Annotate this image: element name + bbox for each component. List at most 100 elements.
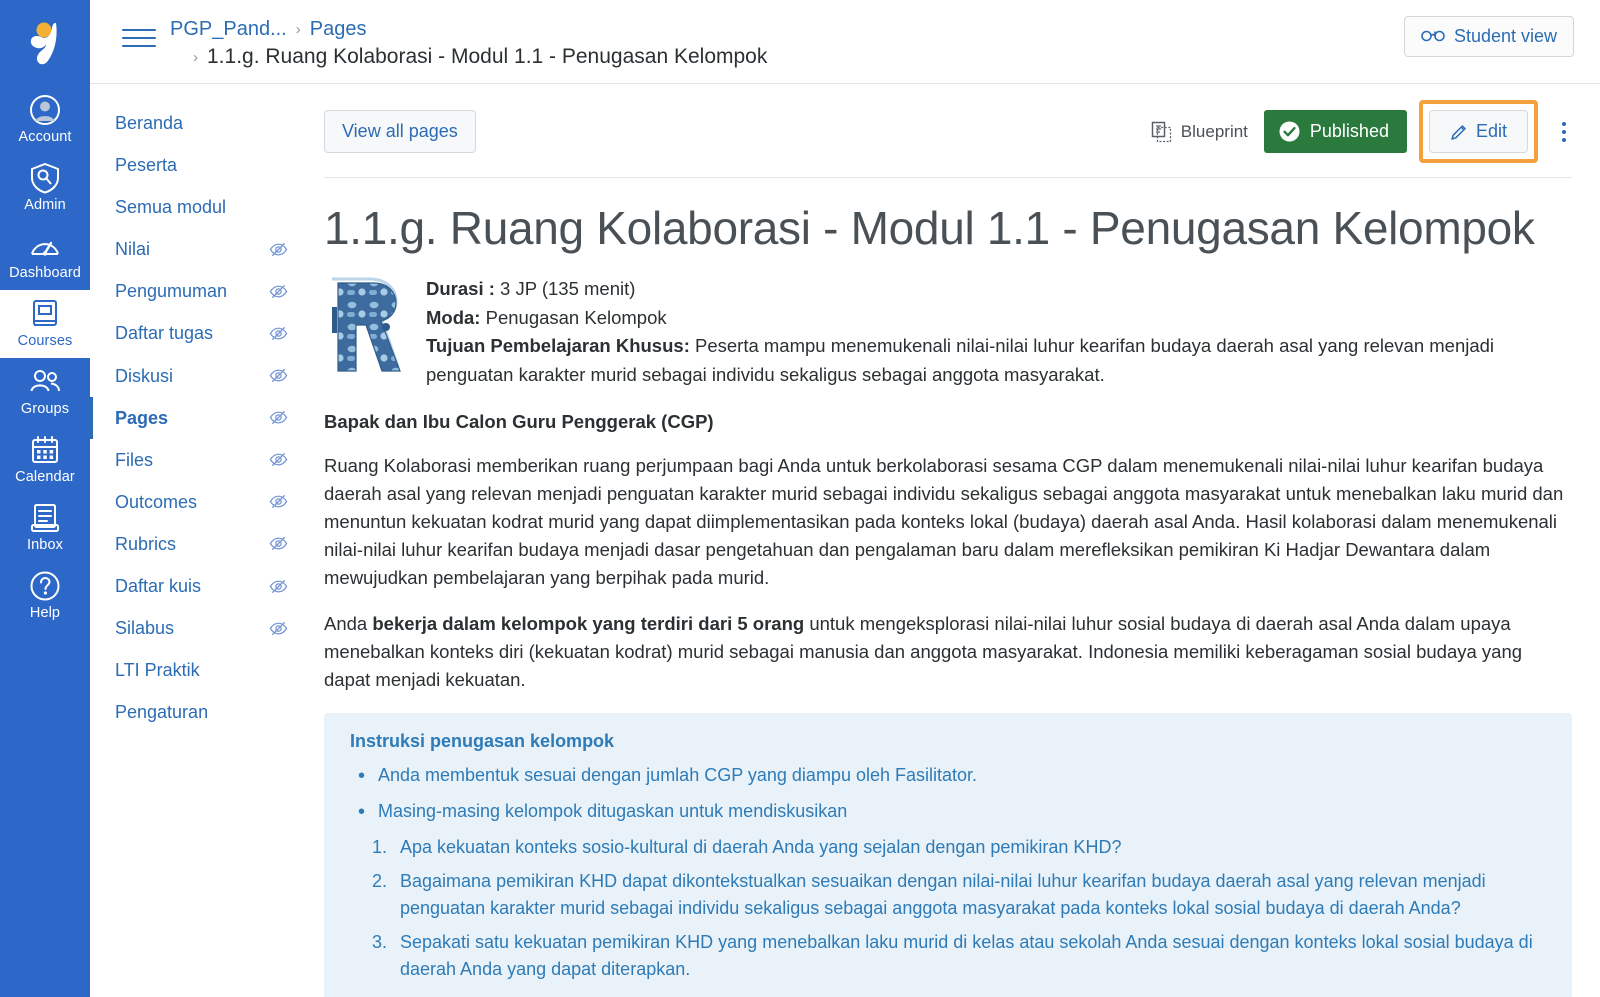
groups-people-icon <box>29 366 61 398</box>
meta-moda: Moda: Penugasan Kelompok <box>426 304 1572 333</box>
paragraph-1: Ruang Kolaborasi memberikan ruang perjum… <box>324 454 1564 589</box>
global-nav-label: Calendar <box>15 468 75 485</box>
global-nav-item-dashboard[interactable]: Dashboard <box>0 222 90 290</box>
breadcrumb-pages-link[interactable]: Pages <box>310 18 367 41</box>
edit-button-highlight: Edit <box>1418 100 1538 163</box>
letter-r-logo <box>324 277 410 377</box>
global-nav-item-groups[interactable]: Groups <box>0 358 90 426</box>
course-nav-label: Semua modul <box>115 197 227 218</box>
global-nav-item-help[interactable]: Help <box>0 562 90 630</box>
course-nav-label: Silabus <box>115 618 175 639</box>
course-nav-item-pengaturan[interactable]: Pengaturan <box>90 691 310 733</box>
pencil-icon <box>1450 123 1468 141</box>
course-nav-label: Peserta <box>115 155 178 176</box>
global-nav-label: Groups <box>20 400 70 417</box>
paragraph-2-pre: Anda <box>324 613 373 635</box>
course-nav-item-daftar-tugas[interactable]: Daftar tugas <box>90 312 310 354</box>
course-nav-item-diskusi[interactable]: Diskusi <box>90 355 310 397</box>
list-item: Bagaimana pemikiran KHD dapat dikontekst… <box>372 868 1486 918</box>
course-nav-label: Pengumuman <box>115 281 228 302</box>
blueprint-copy-icon <box>1151 121 1173 143</box>
meta-tujuan: Tujuan Pembelajaran Khusus: Peserta mamp… <box>426 332 1572 389</box>
course-nav-item-beranda[interactable]: Beranda <box>90 102 310 144</box>
page-meta: Durasi : 3 JP (135 menit) Moda: Penugasa… <box>426 273 1572 390</box>
course-nav-item-pengumuman[interactable]: Pengumuman <box>90 270 310 312</box>
callout-bullet-list-tail: Tenggat waktu akan diumumkan di LMS. <box>350 992 1546 997</box>
breadcrumb-row-secondary: › 1.1.g. Ruang Kolaborasi - Modul 1.1 - … <box>170 45 767 69</box>
toolbar-actions: Blueprint Published Edit <box>1151 100 1572 163</box>
page-header: PGP_Pand... › Pages › 1.1.g. Ruang Kolab… <box>90 0 1600 84</box>
course-nav-label: Pages <box>115 407 169 428</box>
courses-book-icon <box>29 298 61 330</box>
help-question-icon <box>29 570 61 602</box>
eye-slash-icon <box>269 450 288 469</box>
eye-slash-icon <box>269 240 288 259</box>
inbox-icon <box>29 502 61 534</box>
course-nav-item-nilai[interactable]: Nilai <box>90 228 310 270</box>
blueprint-indicator[interactable]: Blueprint <box>1151 121 1248 143</box>
instruction-callout: Instruksi penugasan kelompok Anda memben… <box>324 712 1572 997</box>
global-nav-label: Inbox <box>27 536 63 553</box>
breadcrumb-separator-icon: › <box>193 48 198 66</box>
meta-tujuan-label: Tujuan Pembelajaran Khusus: <box>426 335 690 357</box>
course-nav-label: Diskusi <box>115 365 174 386</box>
global-nav-item-calendar[interactable]: Calendar <box>0 426 90 494</box>
list-item: Apa kekuatan konteks sosio-kultural di d… <box>372 834 1122 861</box>
course-nav-item-rubrics[interactable]: Rubrics <box>90 523 310 565</box>
course-nav-item-pages[interactable]: Pages <box>90 396 310 439</box>
view-all-pages-button[interactable]: View all pages <box>324 110 476 153</box>
global-nav-item-courses[interactable]: Courses <box>0 290 90 358</box>
global-nav-label: Courses <box>17 332 73 349</box>
student-view-button[interactable]: Student view <box>1403 16 1574 57</box>
breadcrumb-course-link[interactable]: PGP_Pand... <box>170 18 287 41</box>
course-nav-item-files[interactable]: Files <box>90 439 310 481</box>
callout-title: Instruksi penugasan kelompok <box>350 730 615 751</box>
course-nav-item-lti-praktik[interactable]: LTI Praktik <box>90 649 310 691</box>
course-nav-label: Rubrics <box>115 533 177 554</box>
global-nav-label: Dashboard <box>9 264 81 281</box>
global-nav-item-inbox[interactable]: Inbox <box>0 494 90 562</box>
global-nav-item-admin[interactable]: Admin <box>0 154 90 222</box>
course-nav-label: Daftar tugas <box>115 323 214 344</box>
course-nav-item-semua-modul[interactable]: Semua modul <box>90 186 310 228</box>
course-nav-label: Nilai <box>115 239 151 260</box>
canvas-logo[interactable] <box>0 0 90 86</box>
page-content: View all pages Blueprint Published Edit … <box>310 84 1600 997</box>
calendar-icon <box>29 434 61 466</box>
dashboard-gauge-icon <box>29 230 61 262</box>
meta-moda-value: Penugasan Kelompok <box>485 306 667 328</box>
global-navigation: Account Admin Dashboard Courses Groups C… <box>0 0 90 997</box>
list-item: Anda membentuk sesuai dengan jumlah CGP … <box>350 761 1546 791</box>
eye-slash-icon <box>269 619 288 638</box>
global-nav-item-account[interactable]: Account <box>0 86 90 154</box>
page-intro-block: Durasi : 3 JP (135 menit) Moda: Penugasa… <box>324 273 1572 390</box>
account-icon <box>29 94 61 126</box>
eye-slash-icon <box>269 324 288 343</box>
global-nav-label: Admin <box>24 196 66 213</box>
app-root: Account Admin Dashboard Courses Groups C… <box>0 0 1600 997</box>
course-nav-item-peserta[interactable]: Peserta <box>90 144 310 186</box>
global-nav-label: Help <box>29 604 61 621</box>
published-status-badge[interactable]: Published <box>1263 110 1407 153</box>
course-nav-item-outcomes[interactable]: Outcomes <box>90 481 310 523</box>
edit-button[interactable]: Edit <box>1428 110 1528 153</box>
student-view-label: Student view <box>1453 26 1557 46</box>
course-navigation: Beranda Peserta Semua modul Nilai Pengum… <box>90 84 310 997</box>
course-nav-label: Daftar kuis <box>115 576 202 597</box>
kebab-menu-icon[interactable] <box>1556 114 1572 150</box>
course-nav-label: Beranda <box>115 113 184 133</box>
meta-durasi-value: 3 JP (135 menit) <box>500 277 636 299</box>
salutation-text: Bapak dan Ibu Calon Guru Penggerak (CGP) <box>324 410 714 432</box>
hamburger-menu-icon[interactable] <box>122 23 156 53</box>
eye-slash-icon <box>269 366 288 385</box>
edit-label: Edit <box>1475 121 1507 141</box>
published-label: Published <box>1309 121 1389 141</box>
eye-slash-icon <box>269 282 288 301</box>
admin-shield-icon <box>29 162 61 194</box>
callout-numbered-list: Apa kekuatan konteks sosio-kultural di d… <box>350 834 1546 983</box>
course-nav-item-daftar-kuis[interactable]: Daftar kuis <box>90 565 310 607</box>
course-nav-item-silabus[interactable]: Silabus <box>90 607 310 649</box>
eye-slash-icon <box>269 492 288 511</box>
list-item: Tenggat waktu akan diumumkan di LMS. <box>350 992 1546 997</box>
list-item: Masing-masing kelompok ditugaskan untuk … <box>350 797 1546 827</box>
